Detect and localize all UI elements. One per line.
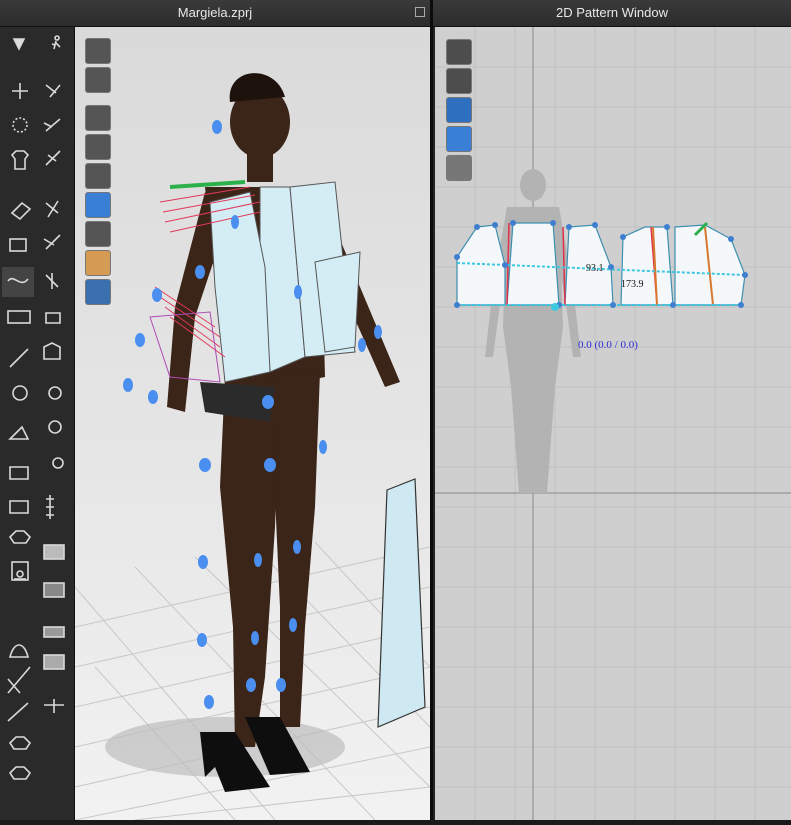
hide-icon[interactable] <box>8 644 30 658</box>
pucker-icon[interactable] <box>45 273 59 289</box>
fabric-icon[interactable] <box>46 495 54 519</box>
3d-window-title: Margiela.zprj <box>177 5 253 20</box>
button-icon[interactable] <box>12 385 28 401</box>
avatar-measure-icon[interactable] <box>9 500 29 514</box>
3d-toolbar <box>0 27 75 820</box>
simulate-icon[interactable] <box>12 38 26 51</box>
measurement-label-a: 93.1 <box>586 263 604 274</box>
info-icon[interactable] <box>446 97 472 123</box>
rule-icon[interactable] <box>43 582 65 598</box>
2d-scene <box>435 27 791 820</box>
stitch-icon[interactable] <box>43 234 61 250</box>
tape-icon[interactable] <box>7 310 31 324</box>
texture-icon[interactable] <box>85 192 111 218</box>
axis-lines <box>435 27 791 820</box>
ruler-icon[interactable] <box>14 570 26 580</box>
3d-window: Margiela.zprj <box>0 0 430 820</box>
lock-icon[interactable] <box>48 420 62 434</box>
coordinate-readout: 0.0 (0.0 / 0.0) <box>578 339 638 351</box>
3d-scene <box>75 73 430 820</box>
eye-garment-icon[interactable] <box>85 105 111 131</box>
2d-window: 2D Pattern Window 93.1 173.9 0.0 (0.0 / … <box>415 0 791 820</box>
transform-icon[interactable] <box>12 117 28 133</box>
show-avatar-icon[interactable] <box>85 38 111 64</box>
topstitch-icon[interactable] <box>48 386 62 400</box>
measurement-label-b: 173.9 <box>621 279 644 290</box>
texture-view-icon[interactable] <box>446 126 472 152</box>
needle-icon[interactable] <box>9 348 29 368</box>
eye-pattern-icon[interactable] <box>85 134 111 160</box>
figure-icon[interactable] <box>8 530 32 544</box>
show-garment-icon[interactable] <box>85 67 111 93</box>
2d-viewport[interactable]: 93.1 173.9 0.0 (0.0 / 0.0) <box>435 27 791 820</box>
zip-icon[interactable] <box>52 457 64 469</box>
pin-icon[interactable] <box>45 200 59 218</box>
globe-icon[interactable] <box>85 279 111 305</box>
2d-window-title: 2D Pattern Window <box>556 5 668 20</box>
maximize-icon[interactable] <box>415 7 425 17</box>
loose-pattern-panel <box>377 478 426 728</box>
3d-viewport[interactable] <box>75 27 430 820</box>
walk-icon[interactable] <box>51 35 61 50</box>
2d-window-titlebar: 2D Pattern Window <box>433 0 791 27</box>
3d-window-titlebar: Margiela.zprj <box>0 0 430 27</box>
eye-avatar-icon[interactable] <box>85 163 111 189</box>
garment-icon[interactable] <box>10 150 30 170</box>
visibility-icon[interactable] <box>446 39 472 65</box>
brush-icon[interactable] <box>45 150 61 166</box>
skin-icon[interactable] <box>85 250 111 276</box>
avatar-silhouette <box>485 169 581 493</box>
zipper-icon[interactable] <box>45 312 61 324</box>
solid-icon[interactable] <box>43 544 65 560</box>
lock-view-icon[interactable] <box>446 155 472 181</box>
garment-view-icon[interactable] <box>446 68 472 94</box>
elastic-icon[interactable] <box>43 342 61 360</box>
garment-3d <box>209 181 361 383</box>
arrange-icon[interactable] <box>9 238 27 252</box>
move-icon[interactable] <box>12 83 28 99</box>
pattern-grid <box>435 27 791 820</box>
fold-icon[interactable] <box>10 201 32 221</box>
spread-icon[interactable] <box>43 626 65 638</box>
pen-icon[interactable] <box>43 118 61 132</box>
steam-icon[interactable] <box>8 425 30 440</box>
3d-toolbar-icons <box>2 35 65 780</box>
select-mesh-icon[interactable] <box>45 84 61 98</box>
fold-arrange-icon[interactable] <box>9 466 29 480</box>
show-icon[interactable] <box>43 654 65 670</box>
shadow-icon[interactable] <box>85 221 111 247</box>
